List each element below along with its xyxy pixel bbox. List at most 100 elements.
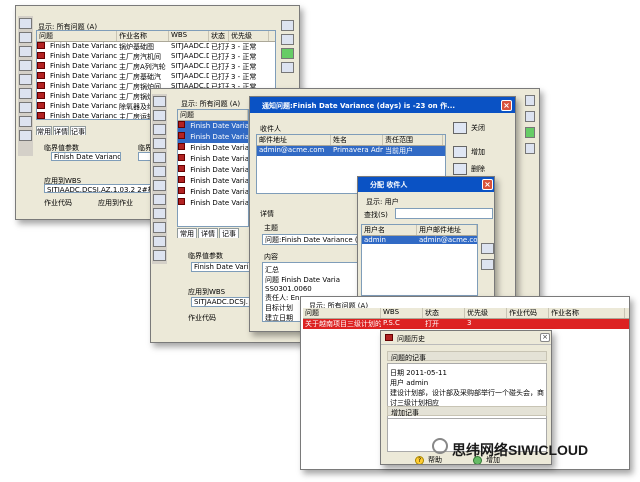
issue-icon xyxy=(37,112,45,119)
priority-cell: 3 xyxy=(467,319,472,327)
display-filter[interactable]: 显示: 所有问题 (A) xyxy=(181,99,240,109)
col-header[interactable]: 问题 xyxy=(37,31,117,41)
assign-icon[interactable] xyxy=(481,243,494,254)
col-header[interactable]: 优先级 xyxy=(465,308,507,318)
subject-field[interactable]: 问题:Finish Date Variance (days) xyxy=(262,234,367,245)
toolbar-icon[interactable] xyxy=(525,95,535,106)
toolbar-icon[interactable] xyxy=(19,18,32,29)
table-row[interactable]: Finish Date Varian xyxy=(178,121,248,132)
threshold-field[interactable]: Finish Date Variance (days) xyxy=(51,152,121,161)
toolbar-icon[interactable] xyxy=(153,124,166,135)
col-header[interactable]: 优先级 xyxy=(229,31,269,41)
vertical-toolbar xyxy=(152,94,167,264)
table-header: 问题 作业名称 WBS 状态 优先级 xyxy=(37,31,275,42)
wbs-field[interactable]: SITJAADC.DCSJ. xyxy=(191,297,251,307)
col-header[interactable]: 用户邮件地址 xyxy=(417,225,477,235)
toolbar-icon[interactable] xyxy=(525,111,535,122)
toolbar-icon[interactable] xyxy=(19,116,32,127)
toolbar-icon[interactable] xyxy=(281,20,294,31)
col-header[interactable]: 责任范围 xyxy=(383,135,443,145)
toolbar-icon[interactable] xyxy=(153,180,166,191)
display-filter[interactable]: 显示: 用户 xyxy=(366,197,399,207)
toolbar-icon[interactable] xyxy=(153,250,166,261)
add-notes-header: 增加记事 xyxy=(387,406,547,417)
table-row[interactable]: Finish Date Variance (days) is -23 on T0… xyxy=(37,52,275,62)
table-row[interactable]: Finish Date Varian xyxy=(178,176,248,187)
col-header[interactable]: 作业名称 xyxy=(549,308,625,318)
toolbar-icon[interactable] xyxy=(19,102,32,113)
toolbar-icon[interactable] xyxy=(19,74,32,85)
issue-icon xyxy=(37,52,45,59)
col-header[interactable]: 状态 xyxy=(423,308,465,318)
tab-notes[interactable]: 记事 xyxy=(219,228,239,238)
toolbar-icon[interactable] xyxy=(153,208,166,219)
issue-icon xyxy=(37,62,45,69)
table-cell: Finish Date Varian xyxy=(190,144,248,152)
table-row[interactable]: 关于越南项目三级计划的问题-rus P.S.C 打开 3 xyxy=(303,319,629,329)
toolbar-icon[interactable] xyxy=(153,152,166,163)
tab-details[interactable]: 详情 xyxy=(53,126,69,136)
col-header[interactable]: 问题 xyxy=(303,308,381,318)
toolbar-icon[interactable] xyxy=(19,46,32,57)
help-button[interactable]: ? 帮助 xyxy=(415,455,442,464)
toolbar-icon[interactable] xyxy=(153,110,166,121)
col-header[interactable]: 作业代码 xyxy=(507,308,549,318)
table-row[interactable]: Finish Date Varian xyxy=(178,187,248,198)
search-input[interactable] xyxy=(395,208,493,219)
table-row[interactable]: admin admin@acme.com xyxy=(362,236,477,244)
issue-icon xyxy=(37,82,45,89)
col-header[interactable]: 状态 xyxy=(209,31,229,41)
toolbar-icon[interactable] xyxy=(153,166,166,177)
table-row[interactable]: admin@acme.com Primavera Admin 当前用户 xyxy=(257,146,445,156)
table-cell: Finish Date Variance (days) is -23 on T0… xyxy=(50,102,117,110)
user-email-cell: admin@acme.com xyxy=(419,236,477,244)
toolbar-icon[interactable] xyxy=(19,130,32,141)
issue-icon xyxy=(178,121,186,128)
add-button[interactable]: 增加 xyxy=(453,146,485,158)
col-header[interactable]: 邮件地址 xyxy=(257,135,331,145)
toolbar-icon[interactable] xyxy=(19,60,32,71)
col-header[interactable]: WBS xyxy=(381,308,423,318)
threshold-field[interactable]: Finish Date Vari xyxy=(191,262,251,272)
delete-button[interactable]: 删除 xyxy=(453,163,485,175)
toolbar-icon[interactable] xyxy=(525,127,535,138)
dialog-titlebar: 分配 收件人 xyxy=(358,177,494,192)
tab-general[interactable]: 常用 xyxy=(36,126,52,136)
toolbar-icon[interactable] xyxy=(153,138,166,149)
table-row[interactable]: Finish Date Varian xyxy=(178,154,248,165)
issue-icon xyxy=(37,102,45,109)
table-row[interactable]: Finish Date Varian xyxy=(178,198,248,209)
table-row[interactable]: Finish Date Varian xyxy=(178,165,248,176)
table-row[interactable]: Finish Date Variance (days) is -23 on T0… xyxy=(37,42,275,52)
toolbar-icon[interactable] xyxy=(281,48,294,59)
col-header[interactable]: 姓名 xyxy=(331,135,383,145)
toolbar-icon[interactable] xyxy=(19,32,32,43)
table-row[interactable]: Finish Date Variance (days) is -23 on T0… xyxy=(37,72,275,82)
table-row[interactable]: Finish Date Varian xyxy=(178,143,248,154)
col-header[interactable]: 问题 xyxy=(178,110,248,120)
table-cell: Finish Date Variance (days) is -23 on T0… xyxy=(50,72,117,80)
toolbar-icon[interactable] xyxy=(281,62,294,73)
toolbar-icon[interactable] xyxy=(153,236,166,247)
toolbar-icon[interactable] xyxy=(525,143,535,154)
table-row[interactable]: Finish Date Variance (days) is -23 on T0… xyxy=(37,62,275,72)
col-header[interactable]: 用户名 xyxy=(362,225,417,235)
tab-details[interactable]: 详情 xyxy=(198,228,218,238)
toolbar-icon[interactable] xyxy=(481,259,494,270)
table-row[interactable]: Finish Date Varian xyxy=(178,132,248,143)
toolbar-icon[interactable] xyxy=(19,88,32,99)
toolbar-icon[interactable] xyxy=(281,34,294,45)
tab-notes[interactable]: 记事 xyxy=(70,126,86,136)
tab-general[interactable]: 常用 xyxy=(177,228,197,238)
toolbar-icon[interactable] xyxy=(153,96,166,107)
col-header[interactable]: WBS xyxy=(169,31,209,41)
close-icon[interactable]: × xyxy=(540,333,550,342)
close-icon[interactable]: × xyxy=(482,179,493,190)
close-icon[interactable]: × xyxy=(501,100,512,111)
name-cell: Primavera Admin xyxy=(333,146,383,154)
toolbar-icon[interactable] xyxy=(153,194,166,205)
table-header: 邮件地址 姓名 责任范围 xyxy=(257,135,445,146)
close-button[interactable]: 关闭 xyxy=(453,122,485,134)
col-header[interactable]: 作业名称 xyxy=(117,31,169,41)
toolbar-icon[interactable] xyxy=(153,222,166,233)
